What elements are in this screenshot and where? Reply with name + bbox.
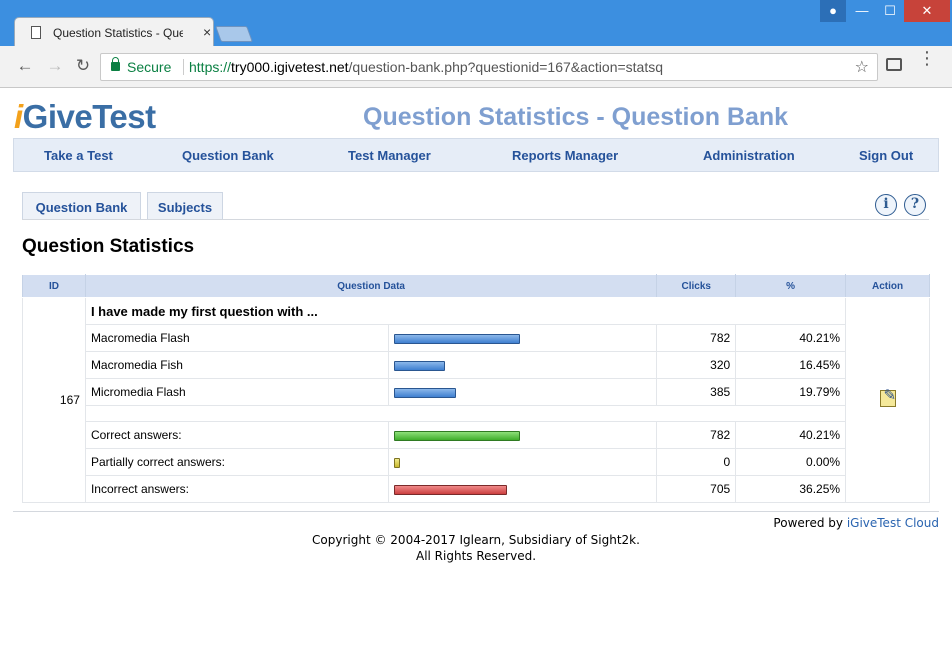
info-icon[interactable]: i xyxy=(875,194,897,216)
powered-by: Powered by iGiveTest Cloud xyxy=(773,516,939,530)
tab-title: Question Statistics - Que xyxy=(53,26,183,40)
back-arrow-icon[interactable]: ← xyxy=(14,56,36,76)
answer-bar xyxy=(393,333,520,344)
browser-tab[interactable]: Question Statistics - Que × xyxy=(14,17,214,47)
nav-test-manager[interactable]: Test Manager xyxy=(348,148,431,163)
answer-bar xyxy=(393,387,456,398)
answer-bar-cell xyxy=(387,378,658,406)
question-id: 167 xyxy=(22,297,86,503)
answer-percent: 16.45% xyxy=(735,351,847,379)
tab-question-bank[interactable]: Question Bank xyxy=(22,192,141,220)
minimize-button[interactable]: — xyxy=(848,0,876,22)
browser-toolbar: ← → ↻ Secure https://try000.igivetest.ne… xyxy=(0,46,952,88)
summary-row: Incorrect answers: 705 36.25% xyxy=(23,475,930,503)
answer-label: Macromedia Fish xyxy=(84,351,389,379)
powered-by-link[interactable]: iGiveTest Cloud xyxy=(847,516,939,530)
summary-label: Correct answers: xyxy=(84,421,389,449)
action-cell xyxy=(845,297,930,503)
page-heading: Question Statistics - Question Bank xyxy=(363,103,789,131)
address-separator xyxy=(183,59,184,75)
answer-row: Macromedia Flash 782 40.21% xyxy=(23,324,930,352)
page-content: iGiveTest Question Statistics - Question… xyxy=(0,88,952,650)
summary-bar-cell xyxy=(387,475,658,503)
cast-icon[interactable] xyxy=(886,58,902,71)
header-percent: % xyxy=(735,274,847,298)
footer-divider xyxy=(13,511,939,512)
close-window-button[interactable]: ✕ xyxy=(904,0,950,22)
answer-bar xyxy=(393,360,445,371)
spacer-row xyxy=(23,405,930,422)
header-question-data: Question Data xyxy=(84,274,658,298)
nav-sign-out[interactable]: Sign Out xyxy=(859,148,913,163)
answer-bar-cell xyxy=(387,324,658,352)
help-icon[interactable]: ? xyxy=(904,194,926,216)
summary-percent: 0.00% xyxy=(735,448,847,476)
question-stats-table: ID Question Data Clicks % Action 167 I h… xyxy=(22,274,930,503)
header-id: ID xyxy=(22,274,86,298)
answer-bar-cell xyxy=(387,351,658,379)
answer-label: Macromedia Flash xyxy=(84,324,389,352)
rights-line: All Rights Reserved. xyxy=(415,549,537,563)
summary-percent: 40.21% xyxy=(735,421,847,449)
answer-percent: 19.79% xyxy=(735,378,847,406)
bookmark-star-icon[interactable]: ☆ xyxy=(855,57,869,77)
answer-row: Macromedia Fish 320 16.45% xyxy=(23,351,930,379)
answer-clicks: 385 xyxy=(656,378,737,406)
tab-close-icon[interactable]: × xyxy=(203,24,211,40)
maximize-button[interactable]: ☐ xyxy=(876,0,904,22)
url-text[interactable]: https://try000.igivetest.net/question-ba… xyxy=(189,59,663,75)
url-path: /question-bank.php?questionid=167&action… xyxy=(348,59,664,75)
question-row: 167 I have made my first question with .… xyxy=(22,297,930,503)
partial-bar xyxy=(393,457,400,468)
summary-bar-cell xyxy=(387,421,658,449)
main-navigation: Take a Test Question Bank Test Manager R… xyxy=(13,138,939,172)
address-bar[interactable]: Secure https://try000.igivetest.net/ques… xyxy=(100,53,878,81)
nav-administration[interactable]: Administration xyxy=(703,148,795,163)
url-host: try000.igivetest.net xyxy=(231,59,349,75)
summary-clicks: 0 xyxy=(656,448,737,476)
nav-take-a-test[interactable]: Take a Test xyxy=(44,148,113,163)
nav-reports-manager[interactable]: Reports Manager xyxy=(512,148,618,163)
copyright: Copyright © 2004-2017 Iglearn, Subsidiar… xyxy=(0,532,952,564)
tab-divider xyxy=(22,219,929,220)
copyright-line: Copyright © 2004-2017 Iglearn, Subsidiar… xyxy=(312,533,640,547)
nav-question-bank[interactable]: Question Bank xyxy=(182,148,274,163)
document-icon xyxy=(31,26,41,39)
summary-clicks: 782 xyxy=(656,421,737,449)
summary-clicks: 705 xyxy=(656,475,737,503)
answer-row: Micromedia Flash 385 19.79% xyxy=(23,378,930,406)
url-protocol: https:// xyxy=(189,59,232,75)
answer-clicks: 782 xyxy=(656,324,737,352)
question-text: I have made my first question with ... xyxy=(84,297,847,325)
header-clicks: Clicks xyxy=(656,274,737,298)
secure-label: Secure xyxy=(127,59,172,75)
header-action: Action xyxy=(845,274,930,298)
new-tab-button[interactable] xyxy=(215,26,253,42)
reload-icon[interactable]: ↻ xyxy=(72,56,94,76)
user-profile-icon[interactable]: ● xyxy=(820,0,846,22)
spacer-cell xyxy=(84,405,847,422)
edit-icon[interactable] xyxy=(879,386,896,407)
answer-label: Micromedia Flash xyxy=(84,378,389,406)
summary-label: Partially correct answers: xyxy=(84,448,389,476)
summary-label: Incorrect answers: xyxy=(84,475,389,503)
answer-clicks: 320 xyxy=(656,351,737,379)
lock-icon xyxy=(111,57,120,71)
forward-arrow-icon[interactable]: → xyxy=(44,56,66,76)
summary-percent: 36.25% xyxy=(735,475,847,503)
tab-subjects[interactable]: Subjects xyxy=(147,192,223,220)
correct-bar xyxy=(393,430,520,441)
answer-percent: 40.21% xyxy=(735,324,847,352)
incorrect-bar xyxy=(393,484,507,495)
browser-titlebar: Question Statistics - Que × ● — ☐ ✕ xyxy=(0,0,952,47)
summary-row: Partially correct answers: 0 0.00% xyxy=(23,448,930,476)
igivetest-logo[interactable]: iGiveTest xyxy=(14,98,156,136)
browser-menu-icon[interactable]: ⋮ xyxy=(918,49,936,67)
section-title: Question Statistics xyxy=(22,236,195,257)
summary-bar-cell xyxy=(387,448,658,476)
summary-row: Correct answers: 782 40.21% xyxy=(23,421,930,449)
